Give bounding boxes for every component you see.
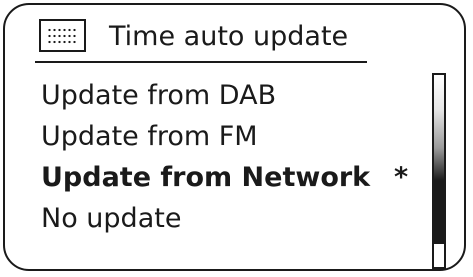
- menu-item-update-from-dab[interactable]: Update from DAB: [41, 75, 370, 116]
- scrollbar[interactable]: [432, 73, 446, 269]
- active-setting-mark: *: [394, 162, 409, 193]
- display-screen: Time auto update Update from DAB Update …: [3, 3, 466, 271]
- icon-dot-grid: [47, 27, 78, 44]
- scrollbar-thumb[interactable]: [434, 75, 444, 267]
- menu-item-no-update[interactable]: No update: [41, 198, 370, 239]
- menu-item-label: No update: [41, 203, 182, 234]
- screen-title: Time auto update: [109, 21, 349, 52]
- clock-settings-icon: [39, 19, 86, 52]
- menu-item-update-from-network[interactable]: Update from Network *: [41, 157, 408, 198]
- title-bar: Time auto update: [35, 17, 367, 63]
- menu-item-label: Update from FM: [41, 121, 258, 152]
- menu-item-update-from-fm[interactable]: Update from FM: [41, 116, 370, 157]
- menu-list: Update from DAB Update from FM Update fr…: [41, 75, 408, 239]
- menu-item-label: Update from Network: [41, 162, 371, 193]
- menu-item-label: Update from DAB: [41, 80, 277, 111]
